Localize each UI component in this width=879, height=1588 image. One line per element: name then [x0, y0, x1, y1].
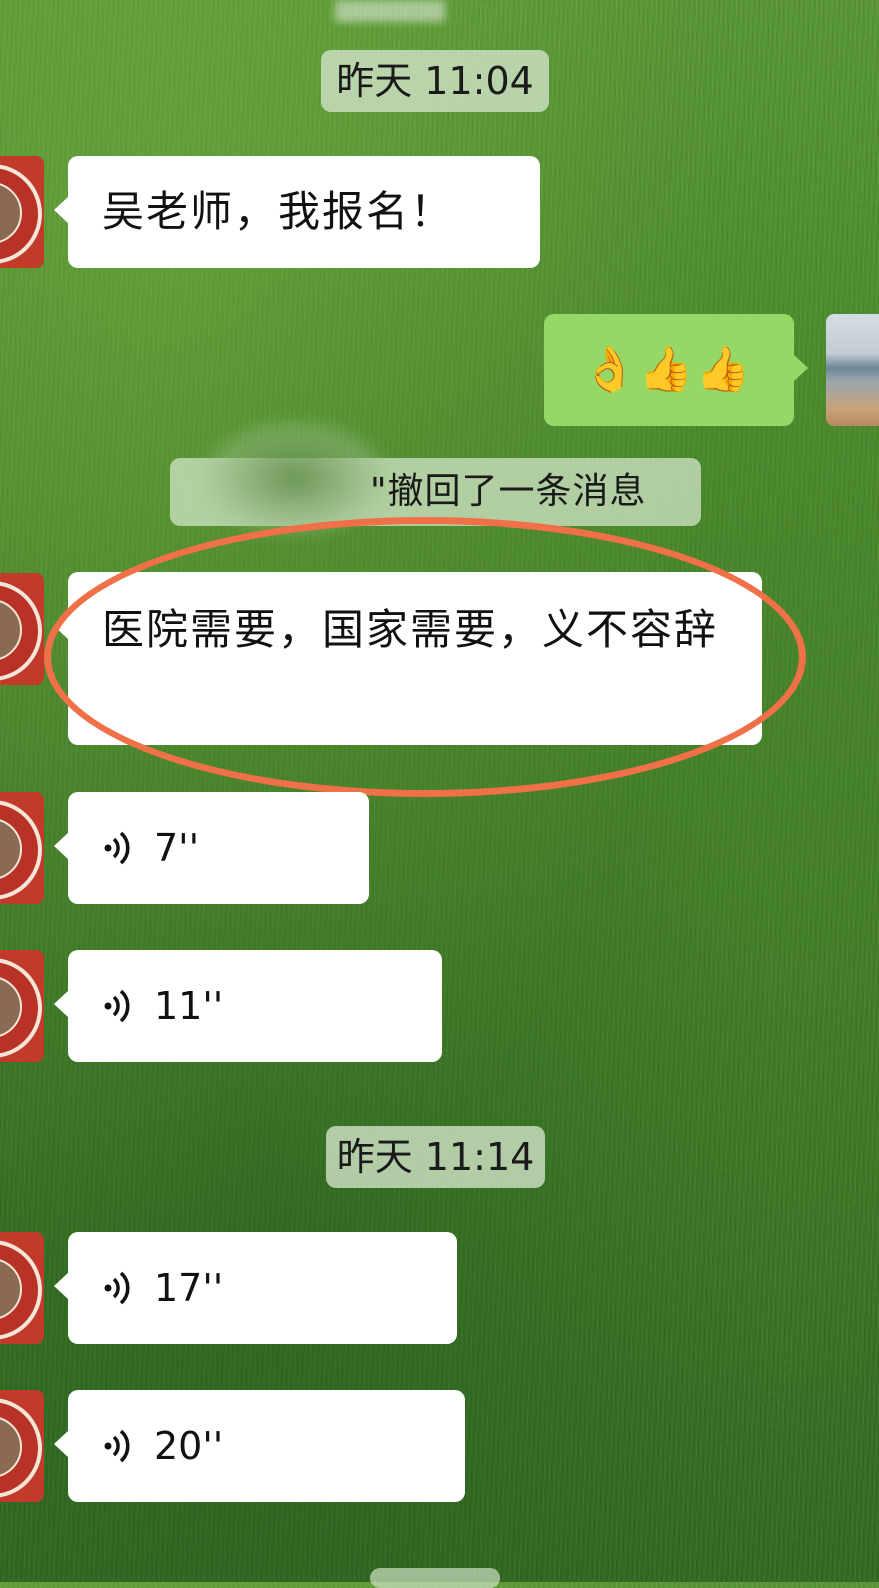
highlight-circle — [44, 517, 806, 797]
partial-timestamp-pill — [370, 1568, 500, 1588]
voice-wave-icon — [104, 831, 130, 865]
timestamp-pill: 昨天 11:04 — [321, 50, 549, 112]
recall-notice: "撤回了一条消息 — [170, 418, 701, 538]
voice-duration: 11'' — [154, 984, 224, 1028]
voice-duration: 7'' — [154, 826, 200, 870]
recall-text: "撤回了一条消息 — [370, 471, 647, 512]
message-text: 吴老师，我报名！ — [102, 187, 455, 236]
avatar[interactable] — [0, 950, 44, 1062]
timestamp-pill: 昨天 11:14 — [326, 1126, 545, 1188]
voice-wave-icon — [104, 1271, 130, 1305]
avatar[interactable] — [0, 1390, 44, 1502]
avatar[interactable] — [0, 573, 44, 685]
avatar[interactable] — [0, 156, 44, 268]
voice-duration: 20'' — [154, 1424, 224, 1468]
voice-message: 17'' — [102, 1232, 223, 1344]
voice-message: 20'' — [102, 1390, 223, 1502]
my-avatar[interactable] — [826, 314, 879, 426]
avatar[interactable] — [0, 792, 44, 904]
voice-message: 11'' — [102, 950, 223, 1062]
message-bubble[interactable]: 吴老师，我报名！ — [54, 156, 540, 268]
voice-message: 7'' — [102, 792, 199, 904]
voice-message-bubble[interactable]: 20'' — [54, 1390, 465, 1502]
voice-message-bubble[interactable]: 11'' — [54, 950, 442, 1062]
voice-wave-icon — [104, 989, 130, 1023]
emoji-message-text: 👌👍👍 — [582, 344, 753, 395]
voice-duration: 17'' — [154, 1266, 224, 1310]
voice-message-bubble[interactable]: 17'' — [54, 1232, 457, 1344]
voice-wave-icon — [104, 1429, 130, 1463]
voice-message-bubble[interactable]: 7'' — [54, 792, 369, 904]
avatar[interactable] — [0, 1232, 44, 1344]
outgoing-message-bubble[interactable]: 👌👍👍 — [544, 314, 808, 426]
obscured-header — [335, 0, 445, 22]
